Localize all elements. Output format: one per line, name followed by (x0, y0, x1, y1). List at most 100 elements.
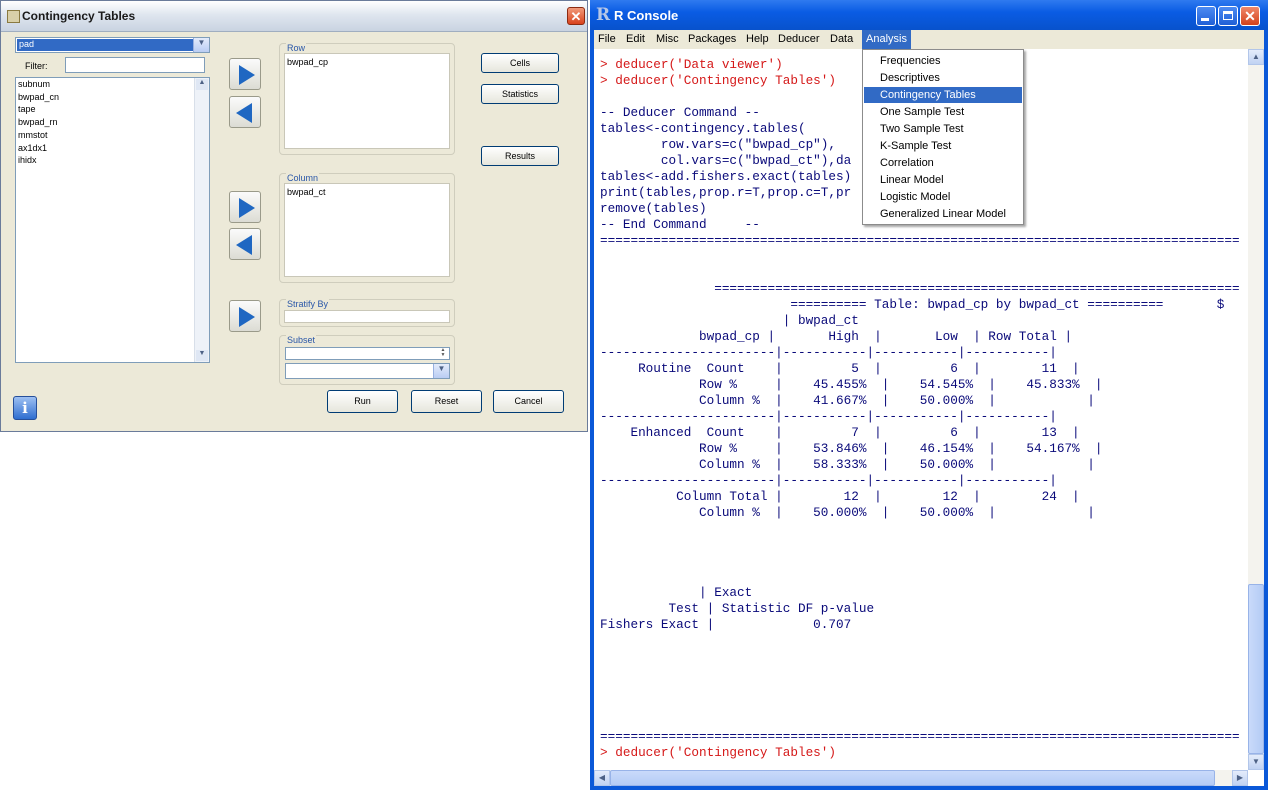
column-variable-item[interactable]: bwpad_ct (287, 187, 326, 197)
scroll-up-icon[interactable]: ▲ (196, 79, 208, 90)
console-command-line: > deducer('Data viewer') (600, 57, 783, 72)
variable-item[interactable]: ax1dx1 (18, 143, 47, 153)
console-output-line: remove(tables) (600, 201, 707, 216)
add-column-variable-button[interactable] (229, 191, 261, 223)
console-command-line: > deducer('Contingency Tables') (600, 745, 837, 760)
console-output-line: ========================================… (600, 729, 1240, 744)
console-output-line: -----------------------|-----------|----… (600, 473, 1057, 488)
menu-packages[interactable]: Packages (688, 33, 736, 45)
scroll-left-icon[interactable]: ◀ (594, 770, 610, 786)
analysis-menu-item[interactable]: One Sample Test (864, 104, 1022, 120)
variable-item[interactable]: bwpad_rn (18, 117, 58, 127)
row-variable-item[interactable]: bwpad_cp (287, 57, 328, 67)
menu-edit[interactable]: Edit (626, 33, 645, 45)
column-variable-list[interactable]: bwpad_ct (284, 183, 450, 277)
analysis-menu-item[interactable]: Generalized Linear Model (864, 206, 1022, 222)
remove-column-variable-button[interactable] (229, 228, 261, 260)
chevron-down-icon[interactable]: ▼ (193, 38, 209, 52)
filter-input[interactable] (65, 57, 205, 73)
variable-list-scrollbar[interactable]: ▲ ▼ (194, 78, 209, 362)
arrow-right-icon (239, 307, 255, 327)
rc-title-bar[interactable]: R R Console ✕ (590, 0, 1268, 30)
analysis-menu-item[interactable]: K-Sample Test (864, 138, 1022, 154)
analysis-menu-item[interactable]: Two Sample Test (864, 121, 1022, 137)
stratify-group: Stratify By (279, 299, 455, 327)
arrow-left-icon (236, 103, 252, 123)
console-command-line: > deducer('Contingency Tables') (600, 761, 836, 762)
spinner-icon[interactable]: ▲ ▼ (438, 348, 448, 359)
maximize-button[interactable] (1218, 6, 1238, 26)
menu-data[interactable]: Data (830, 33, 853, 45)
console-vertical-scrollbar[interactable]: ▲ ▼ (1248, 49, 1264, 770)
stratify-group-label: Stratify By (286, 299, 330, 309)
console-output-line: -----------------------|-----------|----… (600, 409, 1057, 424)
statistics-button[interactable]: Statistics (481, 84, 559, 104)
variable-item[interactable]: subnum (18, 79, 50, 89)
arrow-right-icon (239, 198, 255, 218)
cancel-button[interactable]: Cancel (493, 390, 564, 413)
console-output-line: tables<-add.fishers.exact(tables) (600, 169, 852, 184)
reset-button[interactable]: Reset (411, 390, 482, 413)
console-output-line: Column % | 41.667% | 50.000% | | (600, 393, 1095, 408)
scroll-down-icon[interactable]: ▼ (1248, 754, 1264, 770)
maximize-icon (1223, 11, 1233, 20)
console-output-line: Routine Count | 5 | 6 | 11 | (600, 361, 1080, 376)
variable-item[interactable]: mmstot (18, 130, 48, 140)
console-output-line: | Exact (600, 585, 753, 600)
arrow-left-icon (236, 235, 252, 255)
subset-group: Subset ▲ ▼ ▼ (279, 335, 455, 385)
analysis-menu-item[interactable]: Contingency Tables (864, 87, 1022, 103)
scroll-down-icon[interactable]: ▼ (196, 350, 208, 361)
console-output-line: Column Total | 12 | 12 | 24 | (600, 489, 1080, 504)
analysis-menu-item[interactable]: Frequencies (864, 53, 1022, 69)
run-button[interactable]: Run (327, 390, 398, 413)
subset-select[interactable]: ▼ (285, 363, 450, 379)
menu-help[interactable]: Help (746, 33, 769, 45)
menu-misc[interactable]: Misc (656, 33, 679, 45)
analysis-menu-item[interactable]: Descriptives (864, 70, 1022, 86)
remove-row-variable-button[interactable] (229, 96, 261, 128)
analysis-menu-item[interactable]: Correlation (864, 155, 1022, 171)
dataset-select[interactable]: pad ▼ (15, 37, 210, 53)
row-variable-list[interactable]: bwpad_cp (284, 53, 450, 149)
menu-file[interactable]: File (598, 33, 616, 45)
rc-close-button[interactable]: ✕ (1240, 6, 1260, 26)
console-output-line: -- End Command -- (600, 217, 760, 232)
rc-window-title: R Console (614, 8, 679, 23)
minimize-icon (1201, 18, 1209, 21)
console-output-line: bwpad_cp | High | Low | Row Total | (600, 329, 1073, 344)
subset-expression-input[interactable]: ▲ ▼ (285, 347, 450, 360)
ct-title-bar[interactable]: Contingency Tables ✕ (1, 1, 587, 32)
minimize-button[interactable] (1196, 6, 1216, 26)
console-horizontal-scrollbar[interactable]: ◀ ▶ (594, 770, 1248, 786)
scroll-up-icon[interactable]: ▲ (1248, 49, 1264, 65)
add-row-variable-button[interactable] (229, 58, 261, 90)
scroll-thumb[interactable] (610, 770, 1215, 786)
variable-item[interactable]: ihidx (18, 155, 37, 165)
info-icon[interactable]: i (13, 396, 37, 420)
close-icon: ✕ (1244, 8, 1256, 24)
cells-button[interactable]: Cells (481, 53, 559, 73)
results-button[interactable]: Results (481, 146, 559, 166)
chevron-down-icon[interactable]: ▼ (433, 364, 449, 378)
ct-window-title: Contingency Tables (22, 9, 136, 23)
variable-item[interactable]: tape (18, 104, 36, 114)
analysis-dropdown: Frequencies Descriptives Contingency Table… (862, 49, 1024, 225)
menu-analysis[interactable]: Analysis (862, 30, 911, 49)
variable-list[interactable]: subnum bwpad_cntape bwpad_rnmmstot ax1dx1 ih… (15, 77, 210, 363)
analysis-menu-item[interactable]: Logistic Model (864, 189, 1022, 205)
console-output-line: Test | Statistic DF p-value (600, 601, 875, 616)
scroll-thumb[interactable] (1248, 584, 1264, 754)
add-stratify-variable-button[interactable] (229, 300, 261, 332)
analysis-menu-item[interactable]: Linear Model (864, 172, 1022, 188)
console-output-line: print(tables,prop.r=T,prop.c=T,pr (600, 185, 852, 200)
stratify-variable-field[interactable] (284, 310, 450, 323)
console-command-line: > deducer('Contingency Tables') (600, 73, 837, 88)
console-output-line: -- Deducer Command -- (600, 105, 760, 120)
scroll-right-icon[interactable]: ▶ (1232, 770, 1248, 786)
ct-close-button[interactable]: ✕ (567, 7, 585, 25)
console-output-line: Column % | 50.000% | 50.000% | | (600, 505, 1095, 520)
variable-item[interactable]: bwpad_cn (18, 92, 59, 102)
arrow-right-icon (239, 65, 255, 85)
menu-deducer[interactable]: Deducer (778, 33, 820, 45)
